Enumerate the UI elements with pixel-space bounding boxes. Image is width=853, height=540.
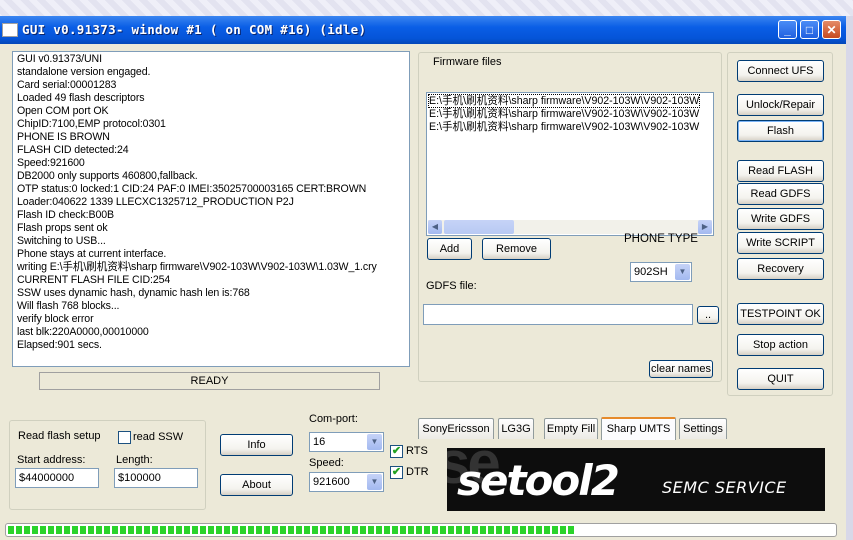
scroll-right-icon[interactable]: ▶ xyxy=(698,220,712,234)
log-line: Speed:921600 xyxy=(17,157,85,169)
banner-logo: setool2 xyxy=(457,456,620,505)
log-line: GUI v0.91373/UNI xyxy=(17,53,102,65)
length-label: Length: xyxy=(116,454,153,466)
remove-button[interactable]: Remove xyxy=(482,238,551,260)
log-line: Loader:040622 1339 LLECXC1325712_PRODUCT… xyxy=(17,196,294,208)
speed-value: 921600 xyxy=(313,476,350,488)
phone-type-value: 902SH xyxy=(634,266,668,278)
read-flash-button[interactable]: Read FLASH xyxy=(737,160,824,182)
maximize-button[interactable]: □ xyxy=(800,20,819,39)
phone-type-label: PHONE TYPE xyxy=(624,233,698,245)
status-bar: READY xyxy=(39,372,380,390)
scroll-left-icon[interactable]: ◀ xyxy=(428,220,442,234)
speed-select[interactable]: 921600 ▼ xyxy=(309,472,384,492)
firmware-file-item[interactable]: E:\手机\刷机资料\sharp firmware\V902-103W\V902… xyxy=(427,94,701,108)
log-line: writing E:\手机\刷机资料\sharp firmware\V902-1… xyxy=(17,261,377,273)
chevron-down-icon[interactable]: ▼ xyxy=(675,264,690,280)
rts-label: RTS xyxy=(406,445,428,457)
write-gdfs-button[interactable]: Write GDFS xyxy=(737,208,824,230)
read-ssw-label: read SSW xyxy=(133,431,184,443)
length-input[interactable]: $100000 xyxy=(114,468,198,488)
log-line: SSW uses dynamic hash, dynamic hash len … xyxy=(17,287,250,299)
log-line: verify block error xyxy=(17,313,94,325)
add-button[interactable]: Add xyxy=(427,238,472,260)
tab-lg3g[interactable]: LG3G xyxy=(498,418,534,439)
log-line: Elapsed:901 secs. xyxy=(17,339,102,351)
firmware-file-item[interactable]: E:\手机\刷机资料\sharp firmware\V902-103W\V902… xyxy=(429,121,699,133)
log-line: Flash ID check:B00B xyxy=(17,209,115,221)
log-line: Card serial:00001283 xyxy=(17,79,117,91)
com-port-label: Com-port: xyxy=(309,413,358,425)
app-window: GUI v0.91373- window #1 ( on COM #16) (i… xyxy=(0,16,846,540)
firmware-file-item[interactable]: E:\手机\刷机资料\sharp firmware\V902-103W\V902… xyxy=(429,108,699,120)
log-line: Switching to USB... xyxy=(17,235,106,247)
log-line: OTP status:0 locked:1 CID:24 PAF:0 IMEI:… xyxy=(17,183,367,195)
log-line: CURRENT FLASH FILE CID:254 xyxy=(17,274,171,286)
log-output[interactable]: GUI v0.91373/UNI standalone version engag… xyxy=(12,51,410,367)
tab-sharp-umts[interactable]: Sharp UMTS xyxy=(601,417,676,440)
rts-checkbox[interactable]: ✔ xyxy=(390,445,403,458)
about-button[interactable]: About xyxy=(220,474,293,496)
log-line: DB2000 only supports 460800,fallback. xyxy=(17,170,198,182)
flash-button[interactable]: Flash xyxy=(737,120,824,142)
speed-label: Speed: xyxy=(309,457,344,469)
start-address-input[interactable]: $44000000 xyxy=(15,468,99,488)
com-port-value: 16 xyxy=(313,436,326,448)
log-line: Will flash 768 blocks... xyxy=(17,300,120,312)
tab-sonyericsson[interactable]: SonyEricsson xyxy=(418,418,494,439)
dtr-checkbox[interactable]: ✔ xyxy=(390,466,403,479)
window-title: GUI v0.91373- window #1 ( on COM #16) (i… xyxy=(22,22,367,37)
log-line: PHONE IS BROWN xyxy=(17,131,110,143)
log-line: ChipID:7100,EMP protocol:0301 xyxy=(17,118,166,130)
log-line: Flash props sent ok xyxy=(17,222,108,234)
read-flash-setup-label: Read flash setup xyxy=(18,430,101,442)
scroll-thumb[interactable] xyxy=(444,220,514,234)
clear-names-button[interactable]: clear names xyxy=(649,360,713,378)
chevron-down-icon[interactable]: ▼ xyxy=(367,474,382,490)
banner-subtitle: SEMC SERVICE xyxy=(662,478,787,497)
title-bar[interactable]: GUI v0.91373- window #1 ( on COM #16) (i… xyxy=(0,16,846,44)
log-line: Loaded 49 flash descriptors xyxy=(17,92,145,104)
tab-settings[interactable]: Settings xyxy=(679,418,727,439)
log-line: FLASH CID detected:24 xyxy=(17,144,129,156)
gdfs-file-label: GDFS file: xyxy=(426,280,477,292)
com-port-select[interactable]: 16 ▼ xyxy=(309,432,384,452)
log-line: standalone version engaged. xyxy=(17,66,151,78)
recovery-button[interactable]: Recovery xyxy=(737,258,824,280)
log-line: Open COM port OK xyxy=(17,105,109,117)
gdfs-file-input[interactable] xyxy=(423,304,693,325)
testpoint-ok-button[interactable]: TESTPOINT OK xyxy=(737,303,824,325)
firmware-group-label: Firmware files xyxy=(432,56,503,68)
progress-bar xyxy=(5,523,837,537)
browse-gdfs-button[interactable]: .. xyxy=(697,306,719,324)
log-line: last blk:220A0000,00010000 xyxy=(17,326,149,338)
quit-button[interactable]: QUIT xyxy=(737,368,824,390)
unlock-repair-button[interactable]: Unlock/Repair xyxy=(737,94,824,116)
firmware-list-hscrollbar[interactable]: ◀ ▶ xyxy=(428,220,712,234)
start-address-label: Start address: xyxy=(17,454,86,466)
read-gdfs-button[interactable]: Read GDFS xyxy=(737,183,824,205)
tab-empty-fill[interactable]: Empty Fill xyxy=(544,418,598,439)
minimize-button[interactable]: _ xyxy=(778,20,797,39)
app-icon xyxy=(2,23,18,37)
setool-banner: se setool2 SEMC SERVICE xyxy=(447,448,825,511)
firmware-file-list[interactable]: ◀ ▶ E:\手机\刷机资料\sharp firmware\V902-103W\… xyxy=(426,92,714,236)
close-button[interactable]: ✕ xyxy=(822,20,841,39)
background-window-edge xyxy=(846,16,853,540)
phone-type-select[interactable]: 902SH ▼ xyxy=(630,262,692,282)
stop-action-button[interactable]: Stop action xyxy=(737,334,824,356)
connect-ufs-button[interactable]: Connect UFS xyxy=(737,60,824,82)
log-line: Phone stays at current interface. xyxy=(17,248,167,260)
info-button[interactable]: Info xyxy=(220,434,293,456)
read-ssw-checkbox[interactable] xyxy=(118,431,131,444)
progress-fill xyxy=(8,526,574,534)
write-script-button[interactable]: Write SCRIPT xyxy=(737,232,824,254)
dtr-label: DTR xyxy=(406,466,429,478)
chevron-down-icon[interactable]: ▼ xyxy=(367,434,382,450)
